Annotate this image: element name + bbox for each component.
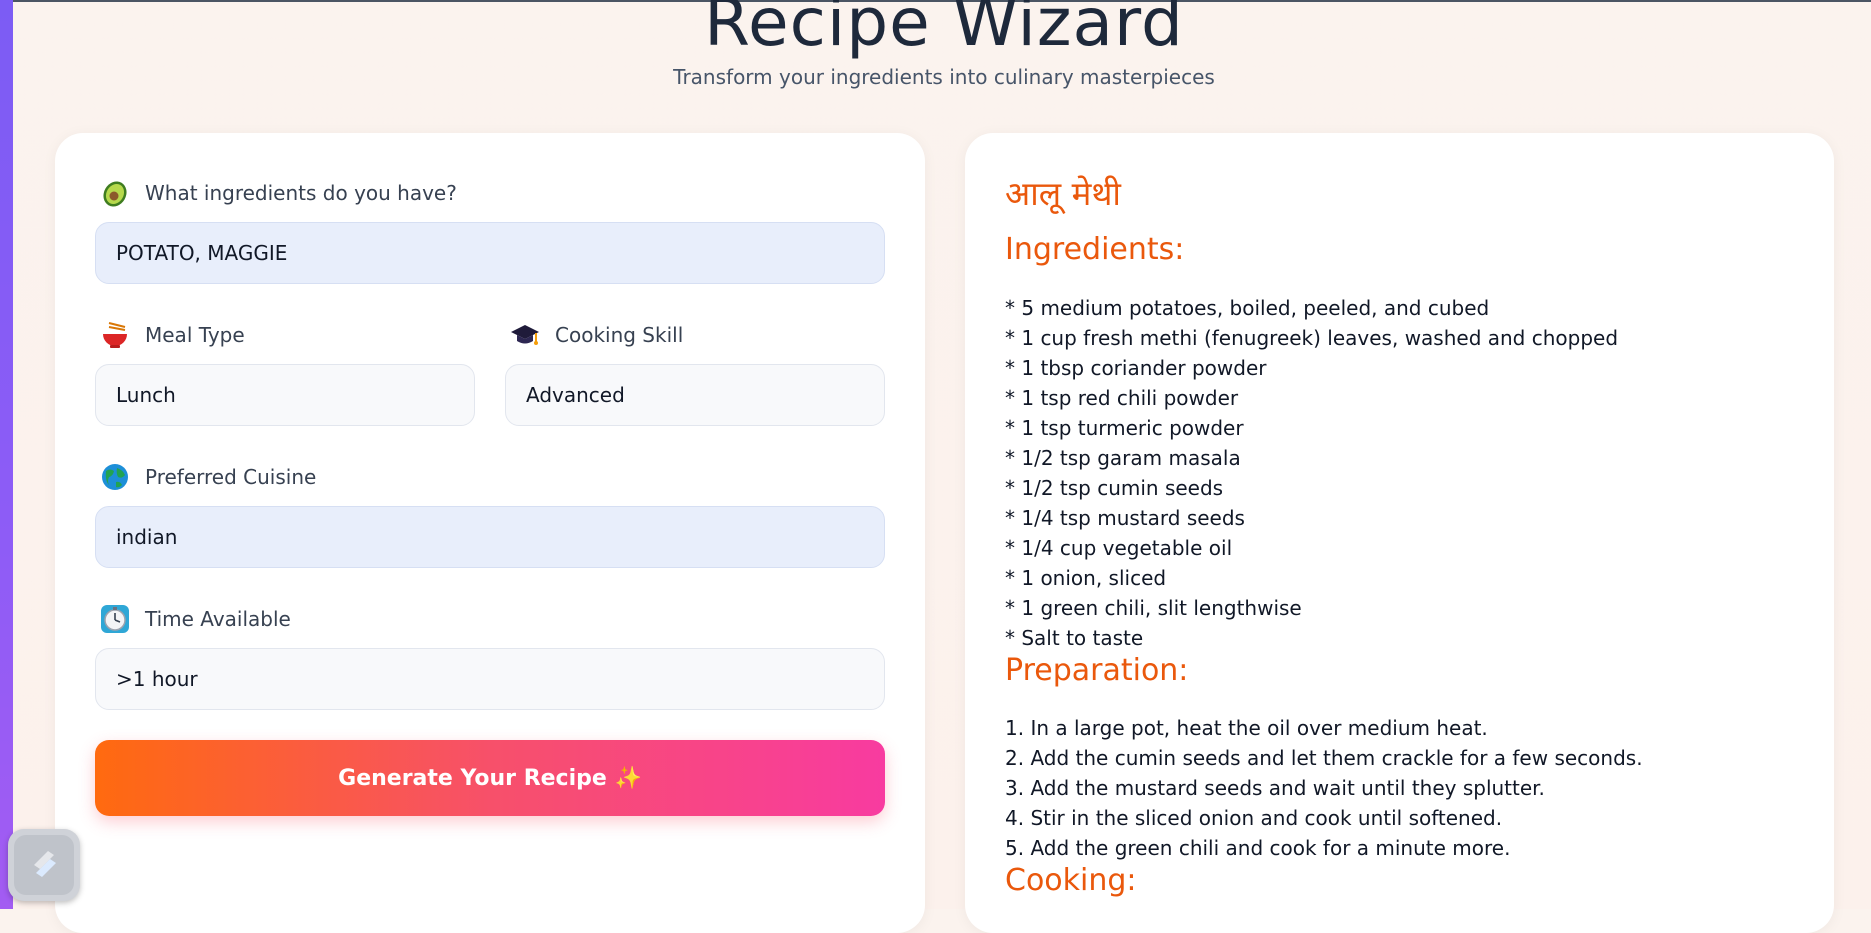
- list-item: 4. Stir in the sliced onion and cook unt…: [1005, 806, 1503, 830]
- list-item: * 1 green chili, slit lengthwise: [1005, 596, 1302, 620]
- cuisine-label: Preferred Cuisine: [145, 465, 317, 489]
- list-item: * 1/4 cup vegetable oil: [1005, 536, 1233, 560]
- ingredients-label: What ingredients do you have?: [145, 181, 457, 205]
- list-item: 1. In a large pot, heat the oil over med…: [1005, 716, 1488, 740]
- list-item: * Salt to taste: [1005, 626, 1144, 650]
- cooking-skill-select[interactable]: Advanced: [505, 364, 885, 426]
- page-subtitle: Transform your ingredients into culinary…: [673, 65, 1215, 89]
- list-item: * 1 tsp turmeric powder: [1005, 416, 1244, 440]
- cooking-skill-label: Cooking Skill: [555, 323, 684, 347]
- generate-recipe-button[interactable]: Generate Your Recipe ✨: [95, 740, 885, 816]
- meal-type-label: Meal Type: [145, 323, 245, 347]
- list-item: 3. Add the mustard seeds and wait until …: [1005, 776, 1545, 800]
- list-item: * 1 cup fresh methi (fenugreek) leaves, …: [1005, 326, 1619, 350]
- avocado-icon: [99, 177, 131, 209]
- time-select[interactable]: >1 hour: [95, 648, 885, 710]
- noodle-bowl-icon: [99, 319, 131, 351]
- globe-icon: [99, 461, 131, 493]
- badge-inner: [14, 835, 74, 895]
- ingredients-list: * 5 medium potatoes, boiled, peeled, and…: [1005, 293, 1618, 653]
- ingredients-heading: Ingredients:: [1005, 232, 1185, 267]
- cuisine-label-row: Preferred Cuisine: [99, 461, 316, 493]
- list-item: 2. Add the cumin seeds and let them crac…: [1005, 746, 1643, 770]
- recipe-title: आलू मेथी: [1005, 174, 1121, 213]
- cooking-skill-label-row: Cooking Skill: [509, 319, 683, 351]
- meal-type-select[interactable]: Lunch: [95, 364, 475, 426]
- list-item: * 1 tsp red chili powder: [1005, 386, 1239, 410]
- time-label: Time Available: [145, 607, 291, 631]
- list-item: * 1 tbsp coriander powder: [1005, 356, 1267, 380]
- lightning-logo-icon: [26, 845, 62, 885]
- preparation-list: 1. In a large pot, heat the oil over med…: [1005, 713, 1643, 863]
- cuisine-input[interactable]: indian: [95, 506, 885, 568]
- list-item: * 1/4 tsp mustard seeds: [1005, 506, 1245, 530]
- cooking-heading: Cooking:: [1005, 863, 1137, 898]
- list-item: * 1/2 tsp garam masala: [1005, 446, 1241, 470]
- list-item: 5. Add the green chili and cook for a mi…: [1005, 836, 1511, 860]
- page-title: Recipe Wizard: [704, 0, 1184, 61]
- ingredients-label-row: What ingredients do you have?: [99, 177, 457, 209]
- list-item: * 5 medium potatoes, boiled, peeled, and…: [1005, 296, 1490, 320]
- meal-type-label-row: Meal Type: [99, 319, 245, 351]
- list-item: * 1 onion, sliced: [1005, 566, 1167, 590]
- left-accent-strip: [0, 0, 13, 909]
- floating-app-badge[interactable]: [8, 829, 80, 901]
- time-label-row: Time Available: [99, 603, 291, 635]
- list-item: * 1/2 tsp cumin seeds: [1005, 476, 1224, 500]
- ingredients-input[interactable]: POTATO, MAGGIE: [95, 222, 885, 284]
- preparation-heading: Preparation:: [1005, 653, 1189, 688]
- graduation-cap-icon: [509, 319, 541, 351]
- stopwatch-icon: [99, 603, 131, 635]
